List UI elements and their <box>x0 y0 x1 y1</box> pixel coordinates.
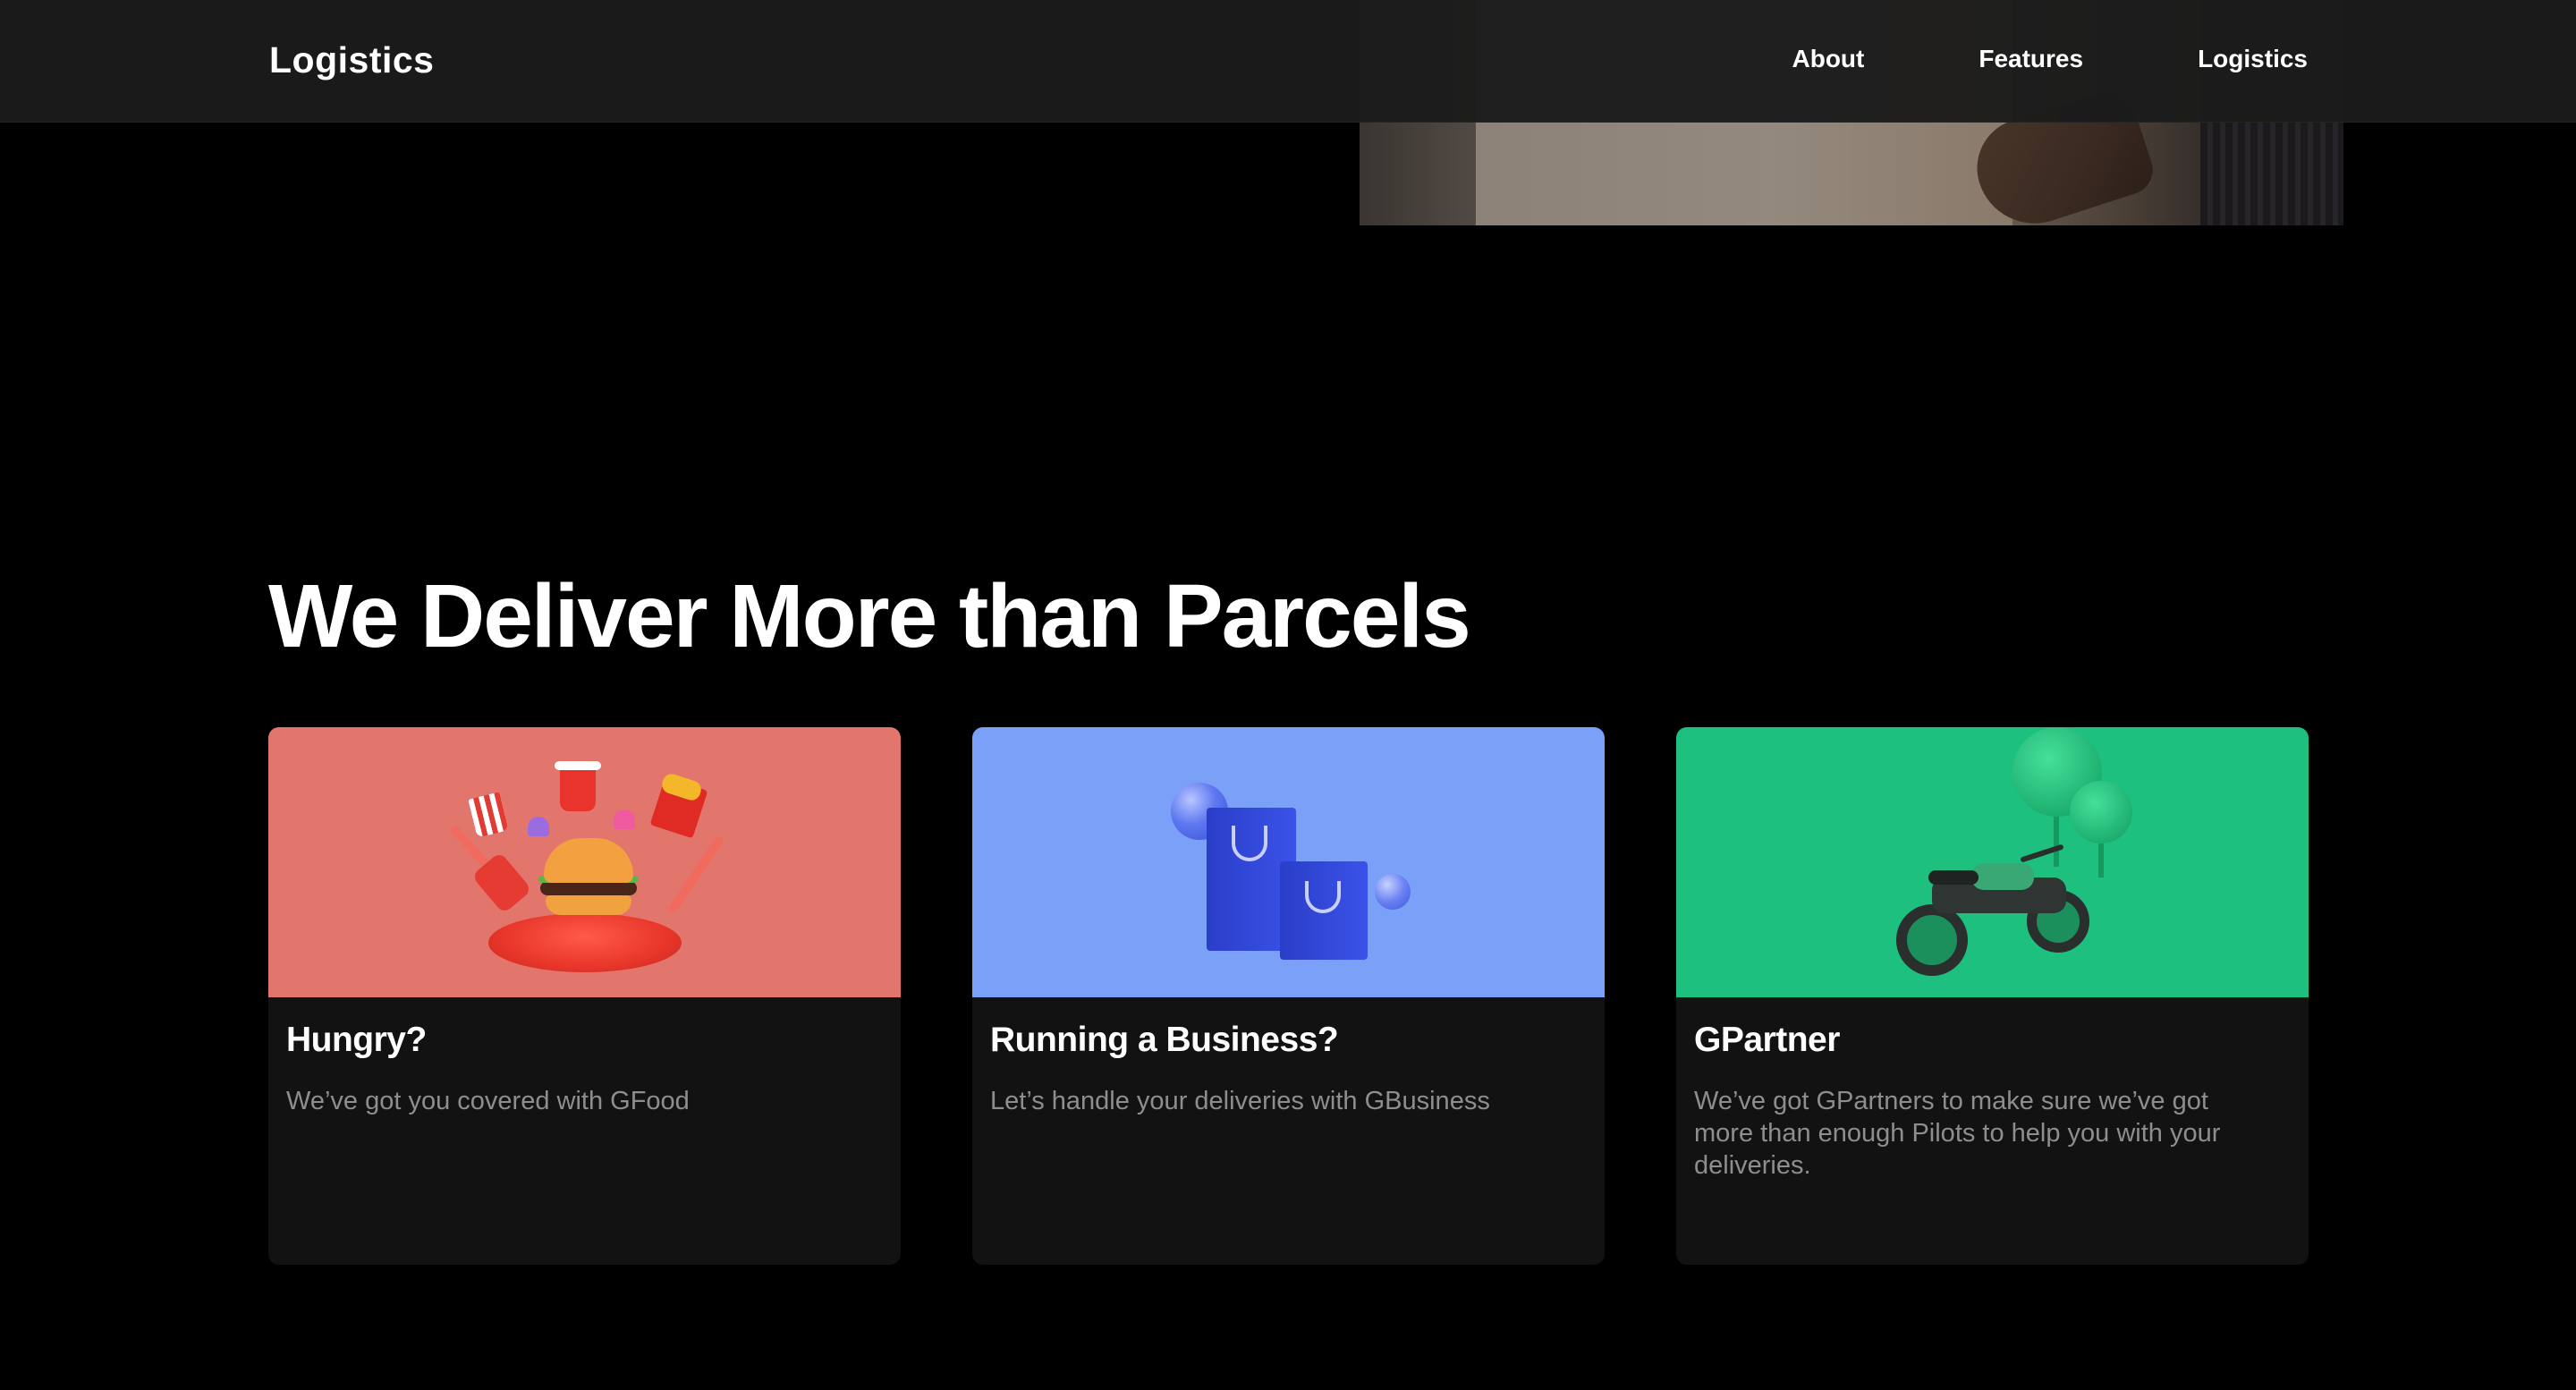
card-title: GPartner <box>1694 1021 1840 1059</box>
card-description: We’ve got you covered with GFood <box>286 1087 690 1115</box>
card-body: GPartner We’ve got GPartners to make sur… <box>1676 997 2309 1182</box>
nav-link-features[interactable]: Features <box>1979 45 2083 73</box>
service-cards: Hungry? We’ve got you covered with GFood… <box>268 727 2309 1265</box>
card-gbusiness[interactable]: Running a Business? Let’s handle your de… <box>972 727 1605 1265</box>
brand-logo[interactable]: Logistics <box>269 39 434 81</box>
top-nav: Logistics About Features Logistics <box>0 0 2576 123</box>
tree-trunk <box>2098 842 2104 877</box>
wheel-icon <box>1896 904 1968 976</box>
popcorn-icon <box>468 792 509 838</box>
cupcake-icon <box>528 817 549 836</box>
shopping-bag-handle <box>1232 826 1267 861</box>
card-description: We’ve got GPartners to make sure we’ve g… <box>1694 1087 2221 1180</box>
sphere-icon <box>1375 874 1411 910</box>
motorcycle-illustration <box>1676 727 2309 997</box>
nav-link-logistics[interactable]: Logistics <box>2198 45 2308 73</box>
drink-cup-lid <box>555 761 601 770</box>
cupcake-icon <box>614 809 635 829</box>
tree-trunk <box>2054 813 2059 867</box>
card-gfood[interactable]: Hungry? We’ve got you covered with GFood <box>268 727 901 1265</box>
food-illustration <box>268 727 901 997</box>
plate-icon <box>488 913 682 972</box>
card-title: Running a Business? <box>990 1021 1339 1059</box>
nav-link-about[interactable]: About <box>1792 45 1865 73</box>
card-title: Hungry? <box>286 1021 427 1059</box>
shopping-bags-illustration <box>972 727 1605 997</box>
section-title: We Deliver More than Parcels <box>268 566 1471 666</box>
tree-icon <box>2070 781 2132 843</box>
motorcycle-tank <box>1971 863 2034 890</box>
card-body: Running a Business? Let’s handle your de… <box>972 997 1605 1117</box>
burger-icon <box>544 838 633 883</box>
burger-bun-bottom <box>546 895 631 915</box>
nav-links: About Features Logistics <box>1792 45 2309 73</box>
fork-icon <box>666 835 725 915</box>
burger-patty <box>540 881 637 895</box>
motorcycle-seat <box>1928 870 1979 885</box>
card-body: Hungry? We’ve got you covered with GFood <box>268 997 901 1117</box>
drink-cup-icon <box>560 767 596 811</box>
card-gpartner[interactable]: GPartner We’ve got GPartners to make sur… <box>1676 727 2309 1265</box>
card-description: Let’s handle your deliveries with GBusin… <box>990 1087 1490 1115</box>
